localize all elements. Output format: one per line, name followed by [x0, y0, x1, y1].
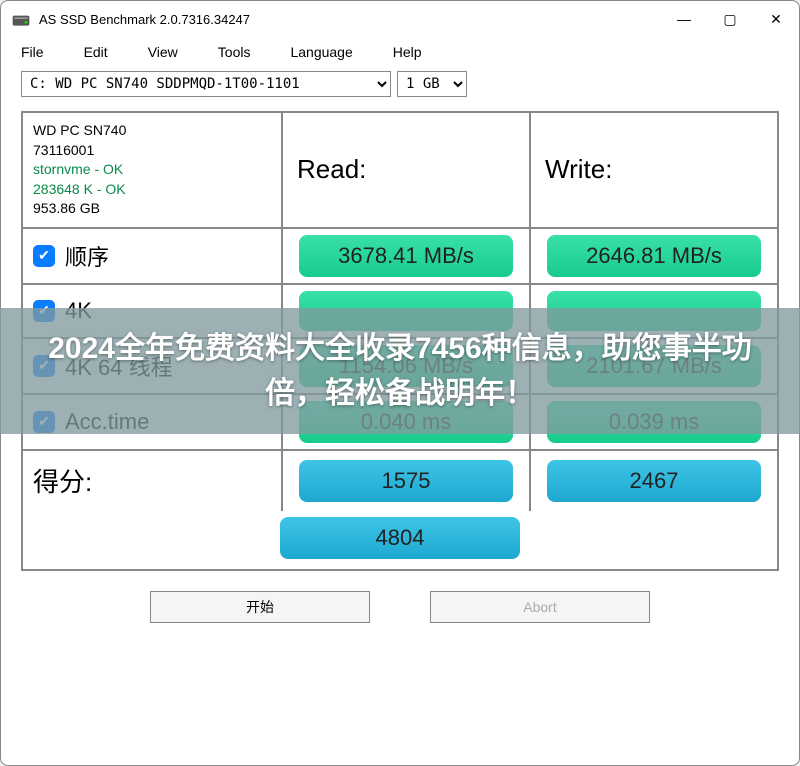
write-header: Write: — [531, 113, 777, 227]
menu-help[interactable]: Help — [393, 44, 422, 60]
minimize-button[interactable]: — — [661, 1, 707, 37]
drive-info: WD PC SN740 73116001 stornvme - OK 28364… — [23, 113, 283, 227]
menu-language[interactable]: Language — [290, 44, 352, 60]
score-row: 得分: 1575 2467 4804 — [23, 451, 777, 569]
close-button[interactable]: ✕ — [753, 1, 799, 37]
seq-checkbox[interactable]: ✔ — [33, 245, 55, 267]
score-read: 1575 — [299, 460, 514, 502]
4k64-checkbox[interactable]: ✔ — [33, 355, 55, 377]
drive-model: WD PC SN740 — [33, 121, 271, 141]
size-select[interactable]: 1 GB — [397, 71, 467, 97]
score-write: 2467 — [547, 460, 762, 502]
4k64-row: ✔ 4K 64 线程 1154.06 MB/s 2101.67 MB/s — [23, 339, 777, 395]
app-window: AS SSD Benchmark 2.0.7316.34247 — ▢ ✕ Fi… — [0, 0, 800, 766]
start-button[interactable]: 开始 — [150, 591, 370, 623]
acc-checkbox[interactable]: ✔ — [33, 411, 55, 433]
window-title: AS SSD Benchmark 2.0.7316.34247 — [39, 12, 661, 27]
menubar: File Edit View Tools Language Help — [1, 37, 799, 67]
seq-row: ✔ 顺序 3678.41 MB/s 2646.81 MB/s — [23, 229, 777, 285]
4k64-read: 1154.06 MB/s — [299, 345, 514, 387]
maximize-button[interactable]: ▢ — [707, 1, 753, 37]
seq-label: 顺序 — [65, 240, 109, 272]
4k64-label-cell: ✔ 4K 64 线程 — [23, 339, 283, 393]
drive-select[interactable]: C: WD PC SN740 SDDPMQD-1T00-1101 — [21, 71, 391, 97]
4k-label: 4K — [65, 298, 92, 324]
4k64-label: 4K 64 线程 — [65, 350, 173, 382]
results-grid: WD PC SN740 73116001 stornvme - OK 28364… — [21, 111, 779, 571]
read-header: Read: — [283, 113, 531, 227]
score-total: 4804 — [280, 517, 520, 559]
acc-label: Acc.time — [65, 409, 149, 435]
drive-capacity: 953.86 GB — [33, 199, 271, 219]
menu-tools[interactable]: Tools — [218, 44, 251, 60]
4k-label-cell: ✔ 4K — [23, 285, 283, 337]
4k-checkbox[interactable]: ✔ — [33, 300, 55, 322]
app-icon — [11, 9, 31, 29]
acc-row: ✔ Acc.time 0.040 ms 0.039 ms — [23, 395, 777, 451]
acc-write: 0.039 ms — [547, 401, 762, 443]
titlebar: AS SSD Benchmark 2.0.7316.34247 — ▢ ✕ — [1, 1, 799, 37]
abort-button: Abort — [430, 591, 650, 623]
acc-read: 0.040 ms — [299, 401, 514, 443]
4k-read — [299, 291, 514, 331]
menu-view[interactable]: View — [148, 44, 178, 60]
seq-read: 3678.41 MB/s — [299, 235, 514, 277]
selector-bar: C: WD PC SN740 SDDPMQD-1T00-1101 1 GB — [1, 67, 799, 105]
4k-row: ✔ 4K — [23, 285, 777, 339]
header-row: WD PC SN740 73116001 stornvme - OK 28364… — [23, 113, 777, 229]
driver-status: stornvme - OK — [33, 160, 271, 180]
align-status: 283648 K - OK — [33, 180, 271, 200]
seq-label-cell: ✔ 顺序 — [23, 229, 283, 283]
menu-edit[interactable]: Edit — [84, 44, 108, 60]
drive-serial: 73116001 — [33, 141, 271, 161]
4k64-write: 2101.67 MB/s — [547, 345, 762, 387]
score-label: 得分: — [23, 451, 283, 511]
4k-write — [547, 291, 762, 331]
menu-file[interactable]: File — [21, 44, 44, 60]
acc-label-cell: ✔ Acc.time — [23, 395, 283, 449]
bottom-bar: 开始 Abort — [1, 581, 799, 641]
seq-write: 2646.81 MB/s — [547, 235, 762, 277]
